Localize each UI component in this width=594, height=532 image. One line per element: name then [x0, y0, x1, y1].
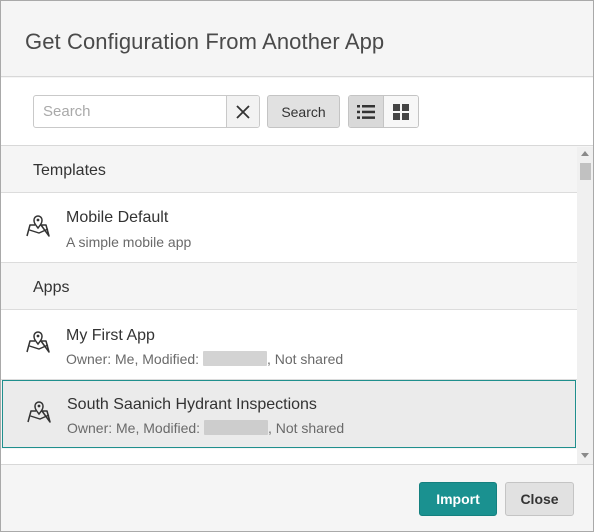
- sharing-status: , Not shared: [267, 420, 345, 436]
- item-meta: Owner: Me, Modified: , Not shared: [66, 351, 343, 367]
- configuration-dialog: Get Configuration From Another App Searc…: [0, 0, 594, 532]
- search-button[interactable]: Search: [267, 95, 340, 128]
- dialog-footer: Import Close: [1, 466, 593, 531]
- owner-modified-label: Owner: Me, Modified:: [66, 351, 203, 367]
- section-label: Apps: [33, 279, 70, 296]
- item-title: South Saanich Hydrant Inspections: [67, 396, 317, 413]
- item-meta: Owner: Me, Modified: , Not shared: [67, 420, 344, 436]
- scroll-down-arrow-icon[interactable]: [581, 453, 589, 458]
- redacted-date: [202, 351, 267, 366]
- map-pin-icon: [26, 331, 50, 353]
- app-item-partial[interactable]: [1, 449, 577, 464]
- owner-modified-label: Owner: Me, Modified:: [67, 420, 204, 436]
- list-scrollbar[interactable]: [577, 147, 593, 464]
- close-x-icon: [236, 104, 250, 119]
- app-item-my-first-app[interactable]: My First App Owner: Me, Modified: , Not …: [1, 310, 577, 380]
- apps-section-header: Apps: [1, 264, 577, 310]
- dialog-header: Get Configuration From Another App: [1, 1, 593, 77]
- list-view-button[interactable]: [349, 96, 384, 127]
- app-item-south-saanich-hydrant-inspections[interactable]: South Saanich Hydrant Inspections Owner:…: [2, 380, 576, 448]
- search-box: [33, 95, 260, 128]
- templates-section-header: Templates: [1, 147, 577, 193]
- scroll-up-arrow-icon[interactable]: [581, 151, 589, 156]
- redacted-date: [203, 420, 268, 435]
- grid-view-icon: [392, 103, 409, 120]
- search-input[interactable]: [34, 96, 226, 127]
- map-pin-icon: [27, 401, 51, 423]
- grid-view-button[interactable]: [383, 96, 418, 127]
- import-button[interactable]: Import: [419, 482, 497, 516]
- toolbar: Search: [1, 78, 593, 146]
- scroll-thumb[interactable]: [580, 163, 591, 180]
- app-list: Templates Mobile Default A simple mobile…: [1, 147, 593, 465]
- sharing-status: , Not shared: [266, 351, 344, 367]
- close-button[interactable]: Close: [505, 482, 574, 516]
- item-title: Mobile Default: [66, 209, 169, 226]
- clear-search-button[interactable]: [226, 96, 259, 127]
- list-view-icon: [356, 104, 375, 119]
- map-pin-icon: [26, 215, 50, 237]
- template-item-mobile-default[interactable]: Mobile Default A simple mobile app: [1, 193, 577, 263]
- view-mode-toggle: [348, 95, 419, 128]
- item-subtitle: A simple mobile app: [66, 234, 192, 250]
- section-label: Templates: [33, 162, 106, 179]
- dialog-title: Get Configuration From Another App: [25, 29, 385, 54]
- item-title: My First App: [66, 327, 155, 344]
